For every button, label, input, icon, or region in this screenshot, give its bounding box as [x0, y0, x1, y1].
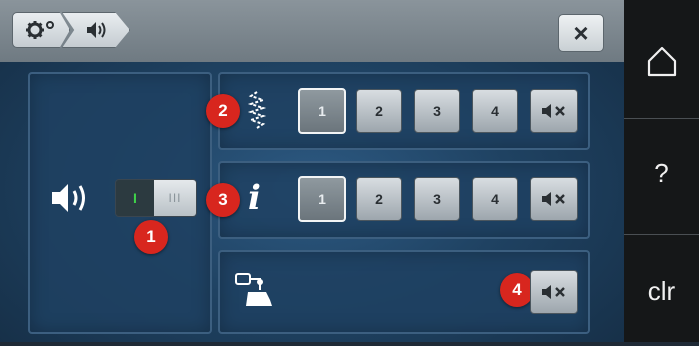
clear-button[interactable]: clr: [624, 236, 699, 346]
gear-icon: [26, 21, 54, 39]
speaker-icon: [87, 22, 106, 38]
stitch-sound-option-1[interactable]: 1: [298, 88, 346, 134]
mute-icon: [542, 192, 565, 206]
mute-icon: [542, 104, 565, 118]
sidebar-divider: [624, 234, 699, 235]
stitch-sound-mute-button[interactable]: [530, 89, 578, 133]
stitch-sound-option-2[interactable]: 2: [356, 89, 402, 133]
home-button[interactable]: [624, 6, 699, 116]
sound-settings-screen: × I III 1 2 1 2 3 4 i 3 1 2 3 4 4: [0, 0, 624, 342]
help-button[interactable]: ?: [624, 118, 699, 228]
callout-badge-1: 1: [134, 220, 168, 254]
breadcrumb-sound[interactable]: [62, 12, 130, 48]
speaker-icon: [52, 184, 85, 212]
callout-badge-3: 3: [206, 183, 240, 217]
toggle-off: III: [154, 180, 196, 216]
info-sound-option-2[interactable]: 2: [356, 177, 402, 221]
right-sidebar: ? clr: [624, 0, 699, 342]
mute-icon: [542, 285, 565, 299]
info-sound-mute-button[interactable]: [530, 177, 578, 221]
toggle-on: I: [116, 180, 154, 216]
close-icon: ×: [573, 17, 589, 48]
callout-badge-2: 2: [206, 94, 240, 128]
presser-foot-icon: [235, 273, 272, 306]
master-sound-toggle[interactable]: I III: [115, 179, 197, 217]
info-sound-option-1[interactable]: 1: [298, 176, 346, 222]
help-icon: ?: [654, 157, 669, 188]
info-sound-option-3[interactable]: 3: [414, 177, 460, 221]
top-bar: ×: [0, 0, 624, 62]
stitch-sound-option-4[interactable]: 4: [472, 89, 518, 133]
close-button[interactable]: ×: [558, 14, 604, 52]
home-icon: [647, 46, 676, 77]
info-icon: i: [248, 178, 261, 218]
info-sound-option-4[interactable]: 4: [472, 177, 518, 221]
breadcrumb-settings[interactable]: [12, 12, 70, 48]
stitch-sound-option-3[interactable]: 3: [414, 89, 460, 133]
clear-label: clr: [647, 275, 676, 306]
presser-foot-sound-mute-button[interactable]: [530, 270, 578, 314]
callout-badge-4: 4: [500, 273, 534, 307]
stitch-icon: [247, 91, 267, 129]
